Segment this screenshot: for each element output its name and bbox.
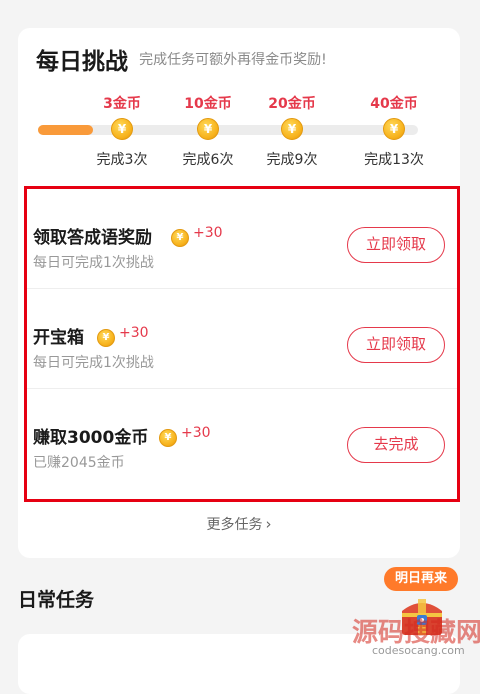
milestone-label: 完成3次	[96, 152, 148, 168]
milestone-reward: 3金币	[103, 96, 141, 112]
progress-fill	[38, 125, 93, 135]
task-list: 领取答成语奖励 ¥ +30 每日可完成1次挑战 立即领取 开宝箱 ¥ +30 每…	[24, 186, 460, 502]
coin-icon: ¥	[97, 325, 115, 347]
task-name: 领取答成语奖励	[33, 228, 152, 248]
task-description: 每日可完成1次挑战	[33, 255, 154, 271]
daily-tasks-title: 日常任务	[18, 589, 95, 611]
task-description: 每日可完成1次挑战	[33, 355, 154, 371]
task-row: 赚取3000金币 ¥ +30 已赚2045金币 去完成	[27, 389, 457, 489]
progress-track	[38, 125, 418, 135]
task-name: 开宝箱	[33, 328, 84, 348]
coin-icon: ¥	[171, 225, 189, 247]
milestone-reward: 40金币	[370, 96, 418, 112]
milestone-coin-icon[interactable]: ¥	[111, 118, 133, 140]
watermark-url: codesocang.com	[372, 644, 465, 657]
milestone-coin-icon[interactable]: ¥	[383, 118, 405, 140]
milestone-coin-icon[interactable]: ¥	[197, 118, 219, 140]
coin-icon: ¥	[197, 118, 219, 140]
go-complete-button[interactable]: 去完成	[347, 427, 445, 463]
come-back-tomorrow-badge: 明日再来	[384, 567, 458, 591]
task-row: 开宝箱 ¥ +30 每日可完成1次挑战 立即领取	[27, 289, 457, 389]
more-tasks-link[interactable]: 更多任务 ›	[18, 514, 460, 534]
milestone-label: 完成6次	[182, 152, 234, 168]
task-name: 赚取3000金币	[33, 428, 149, 448]
task-row: 领取答成语奖励 ¥ +30 每日可完成1次挑战 立即领取	[27, 189, 457, 289]
milestone-reward: 10金币	[184, 96, 232, 112]
claim-reward-button[interactable]: 立即领取	[347, 327, 445, 363]
watermark: 源码搜藏网 codesocang.com	[352, 612, 480, 657]
task-bonus: +30	[193, 225, 223, 241]
milestone-coin-icon[interactable]: ¥	[281, 118, 303, 140]
coin-icon: ¥	[383, 118, 405, 140]
task-description: 已赚2045金币	[33, 455, 125, 471]
task-bonus: +30	[181, 425, 211, 441]
coin-icon: ¥	[159, 425, 177, 447]
milestone-reward: 20金币	[268, 96, 316, 112]
more-tasks-label: 更多任务	[206, 517, 263, 533]
task-bonus: +30	[119, 325, 149, 341]
milestone-progress: 3金币 ¥ 完成3次 10金币 ¥ 完成6次 20金币 ¥ 完成9次 40金币 …	[18, 28, 460, 198]
coin-icon: ¥	[281, 118, 303, 140]
milestone-label: 完成9次	[266, 152, 318, 168]
chevron-right-icon: ›	[265, 515, 272, 533]
claim-reward-button[interactable]: 立即领取	[347, 227, 445, 263]
milestone-label: 完成13次	[364, 152, 424, 168]
coin-icon: ¥	[111, 118, 133, 140]
